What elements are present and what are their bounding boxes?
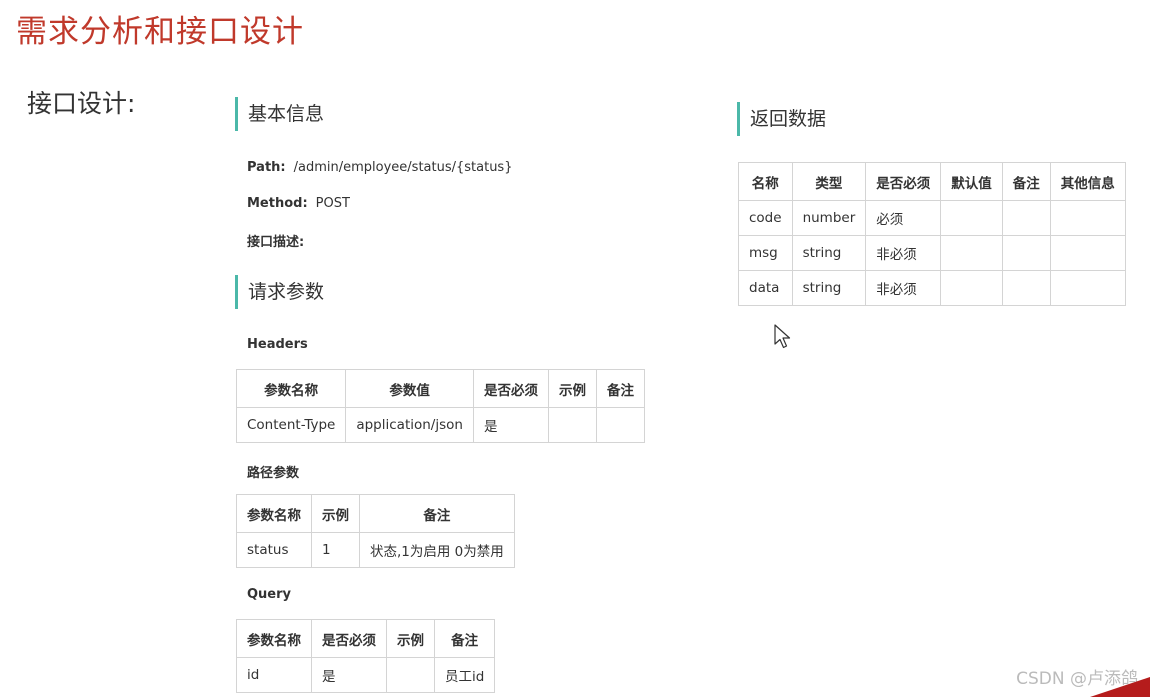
table-cell: 是 xyxy=(311,657,387,693)
path-params-label: 路径参数 xyxy=(247,466,300,481)
table-cell: application/json xyxy=(345,407,474,443)
table-cell: data xyxy=(738,270,793,306)
path-label: Path: xyxy=(247,160,286,175)
column-header: 备注 xyxy=(1001,162,1051,201)
table-cell: 必须 xyxy=(865,200,942,236)
table-row: code number 必须 xyxy=(738,200,1126,236)
table-cell xyxy=(386,657,435,693)
path-row: Path: /admin/employee/status/{status} xyxy=(247,160,512,175)
table-row: id 是 员工id xyxy=(236,657,496,693)
table-cell: string xyxy=(791,270,867,306)
table-cell xyxy=(1001,270,1051,306)
table-cell: id xyxy=(236,657,312,693)
desc-label: 接口描述: xyxy=(247,235,305,250)
table-cell: 员工id xyxy=(433,657,496,693)
column-header: 默认值 xyxy=(940,162,1003,201)
table-header-row: 参数名称 是否必须 示例 备注 xyxy=(236,619,496,658)
table-cell: number xyxy=(791,200,867,236)
table-row: status 1 状态,1为启用 0为禁用 xyxy=(236,532,515,568)
response-table: 名称 类型 是否必须 默认值 备注 其他信息 code number 必须 msg string 非必… xyxy=(738,162,1126,306)
column-header: 示例 xyxy=(386,619,435,658)
desc-row: 接口描述: xyxy=(247,231,312,250)
table-cell: 非必须 xyxy=(865,270,942,306)
table-row: data string 非必须 xyxy=(738,270,1126,306)
column-header: 是否必须 xyxy=(311,619,387,658)
table-cell xyxy=(1001,235,1051,271)
section-label: 接口设计: xyxy=(27,89,136,118)
query-table: 参数名称 是否必须 示例 备注 id 是员工id xyxy=(236,619,496,693)
mouse-pointer-icon xyxy=(774,324,791,349)
headers-table: 参数名称 参数值 是否必须 示例 备注 Content-Type application/j… xyxy=(235,369,645,443)
column-header: 备注 xyxy=(359,494,515,533)
column-header: 其他信息 xyxy=(1049,162,1126,201)
column-header: 示例 xyxy=(547,369,597,408)
column-header: 备注 xyxy=(433,619,496,658)
table-cell: 是 xyxy=(472,407,549,443)
response-heading: 返回数据 xyxy=(737,102,826,136)
table-cell xyxy=(940,235,1003,271)
column-header: 是否必须 xyxy=(865,162,942,201)
path-value: /admin/employee/status/{status} xyxy=(293,160,513,175)
column-header: 参数值 xyxy=(345,369,474,408)
table-cell xyxy=(595,407,645,443)
table-cell xyxy=(547,407,597,443)
table-header-row: 参数名称 参数值 是否必须 示例 备注 xyxy=(235,369,645,408)
path-params-table: 参数名称 示例 备注 status 1 状态,1为启用 0为禁用 xyxy=(236,494,515,568)
query-label: Query xyxy=(247,587,292,602)
table-cell: Content-Type xyxy=(235,407,347,443)
table-header-row: 参数名称 示例 备注 xyxy=(236,494,515,533)
corner-decoration xyxy=(1090,677,1150,697)
table-row: Content-Type application/json 是 xyxy=(235,407,645,443)
method-row: Method: POST xyxy=(247,196,350,211)
column-header: 名称 xyxy=(738,162,793,201)
table-cell: 状态,1为启用 0为禁用 xyxy=(359,532,515,568)
column-header: 参数名称 xyxy=(235,369,347,408)
column-header: 类型 xyxy=(791,162,867,201)
table-row: msg string 非必须 xyxy=(738,235,1126,271)
column-header: 示例 xyxy=(311,494,360,533)
basic-info-heading: 基本信息 xyxy=(235,97,324,131)
table-header-row: 名称 类型 是否必须 默认值 备注 其他信息 xyxy=(738,162,1126,201)
table-cell: msg xyxy=(738,235,793,271)
table-cell xyxy=(1049,200,1126,236)
column-header: 参数名称 xyxy=(236,494,312,533)
table-cell: status xyxy=(236,532,312,568)
method-label: Method: xyxy=(247,196,308,211)
slide-title: 需求分析和接口设计 xyxy=(16,14,304,50)
table-cell: 非必须 xyxy=(865,235,942,271)
table-cell xyxy=(940,200,1003,236)
headers-label: Headers xyxy=(247,337,308,352)
table-cell xyxy=(1001,200,1051,236)
table-cell: string xyxy=(791,235,867,271)
table-cell: 1 xyxy=(311,532,360,568)
column-header: 是否必须 xyxy=(472,369,549,408)
table-cell xyxy=(1049,270,1126,306)
method-value: POST xyxy=(315,196,350,211)
column-header: 备注 xyxy=(595,369,645,408)
table-cell xyxy=(1049,235,1126,271)
table-cell xyxy=(940,270,1003,306)
column-header: 参数名称 xyxy=(236,619,312,658)
table-cell: code xyxy=(738,200,793,236)
request-params-heading: 请求参数 xyxy=(235,275,324,309)
